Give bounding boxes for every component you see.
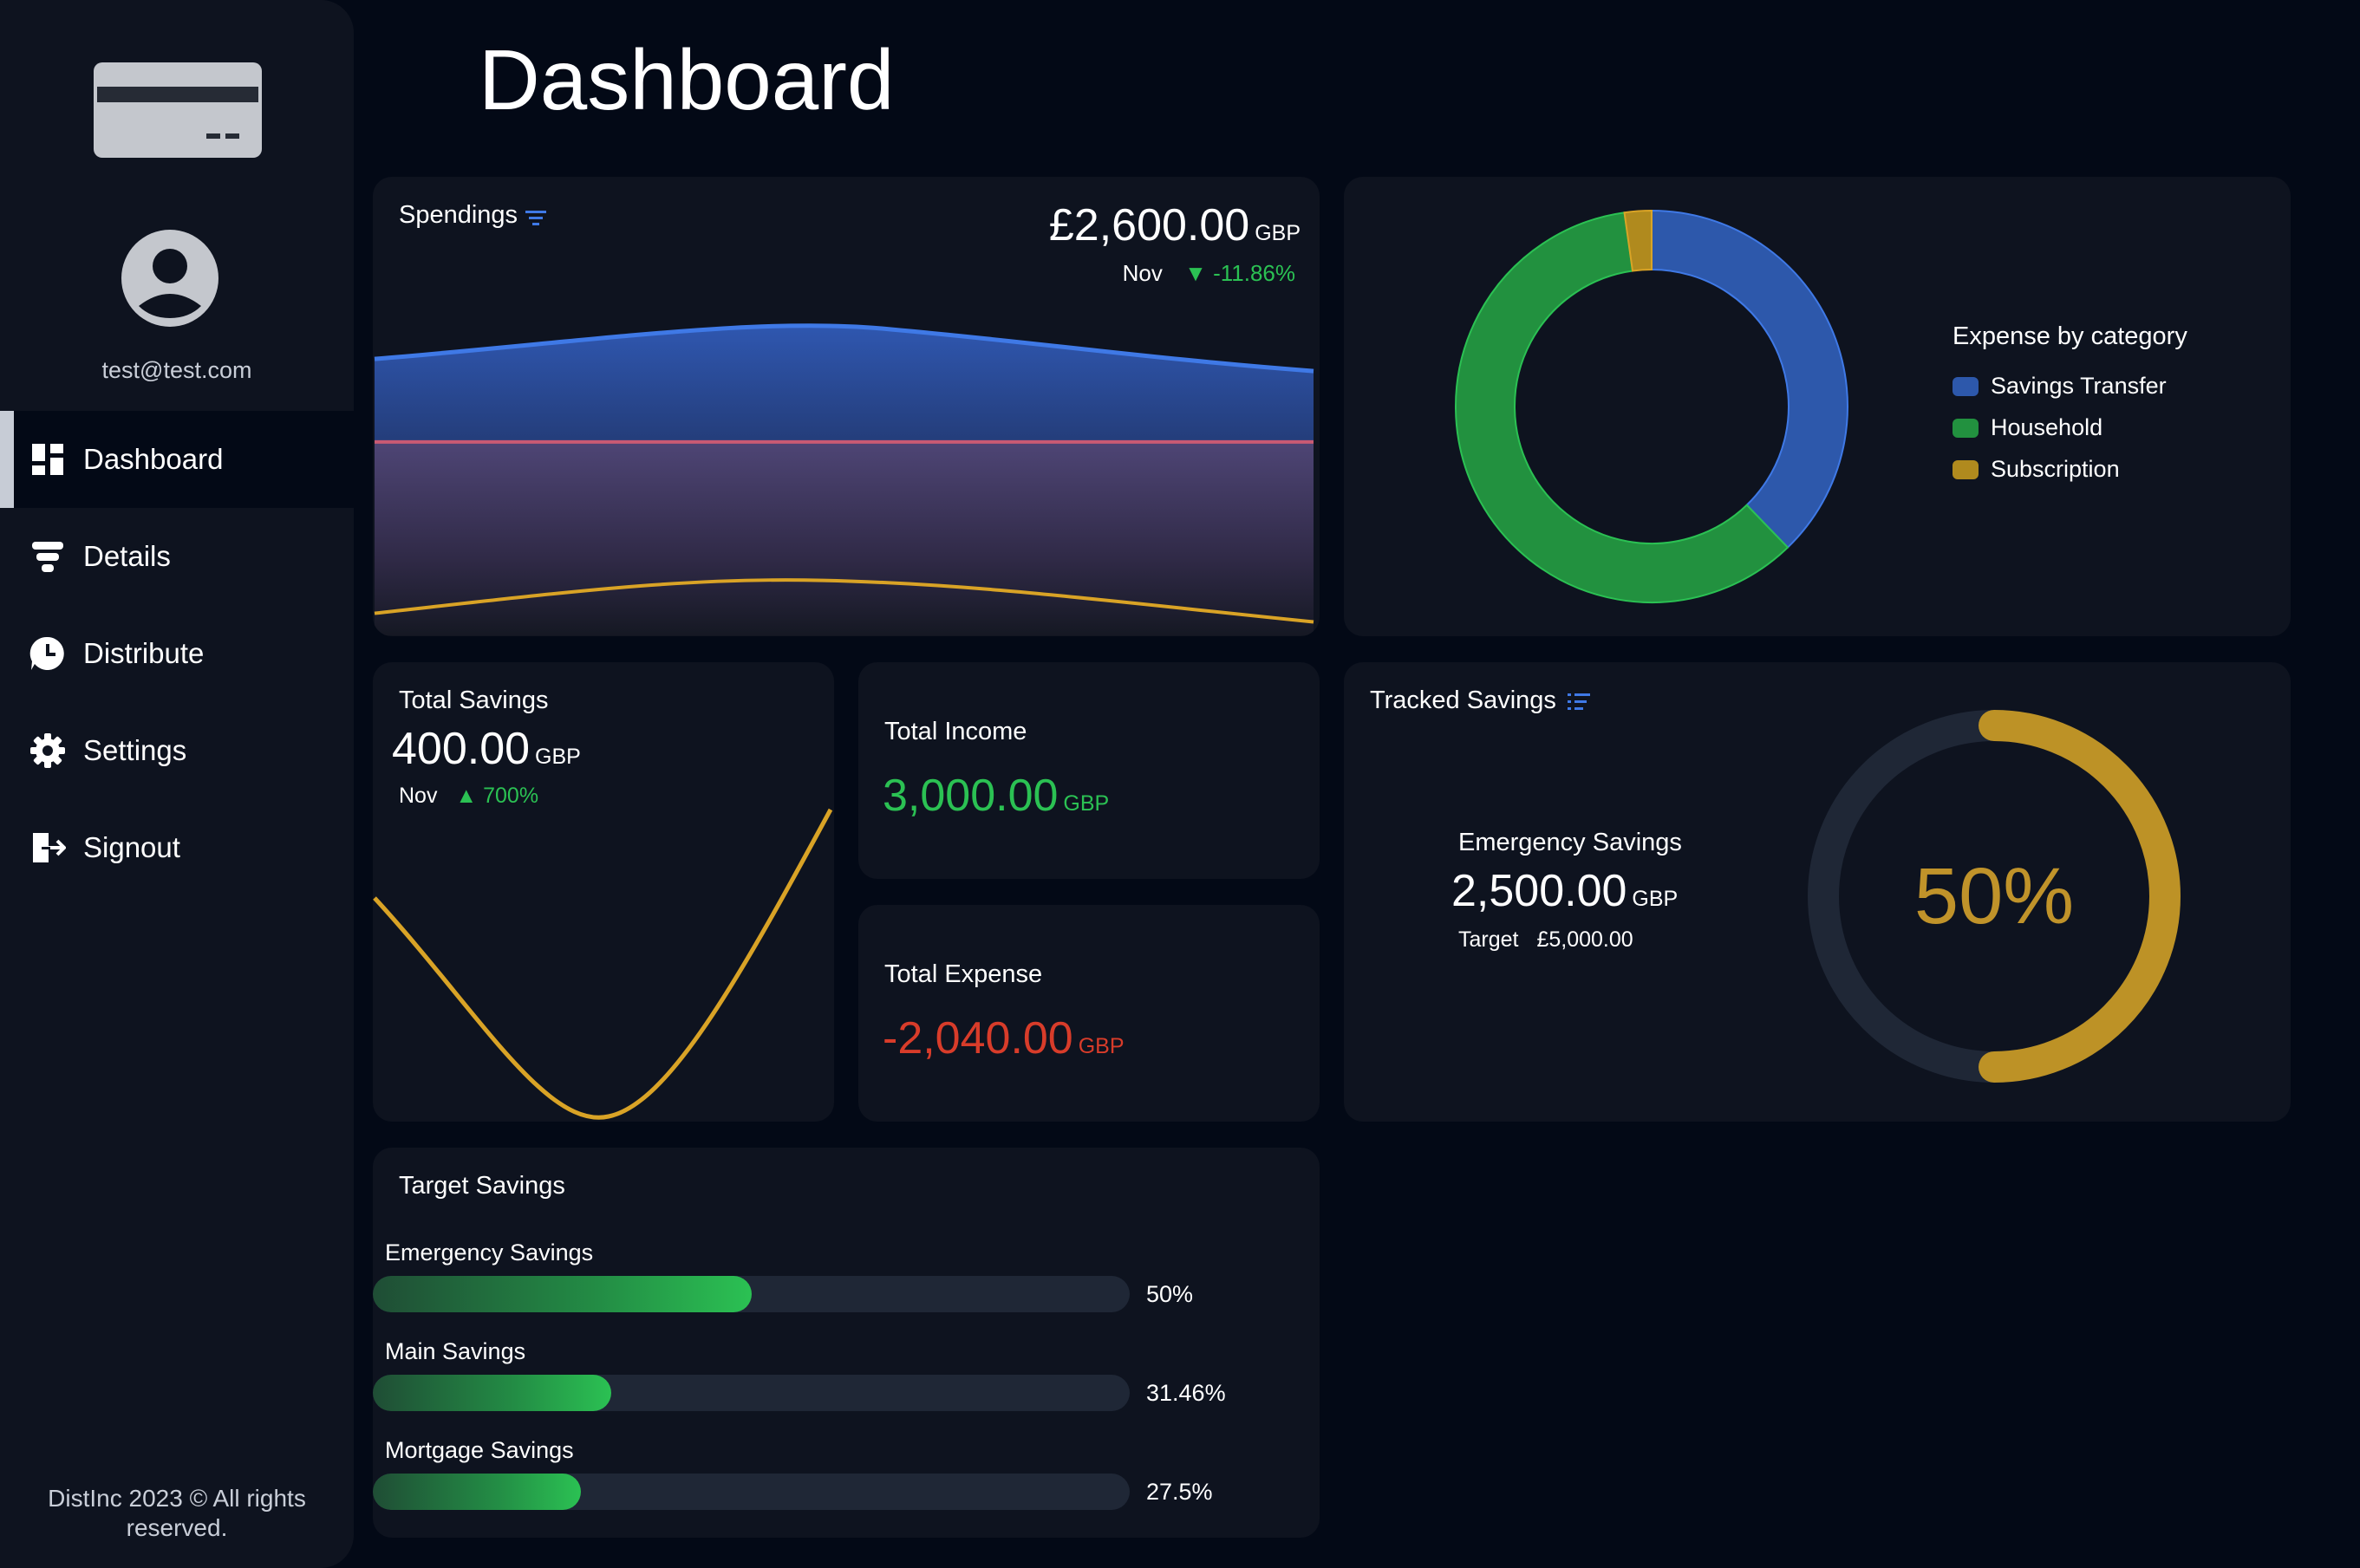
legend-label: Subscription <box>1991 456 2120 482</box>
spendings-currency: GBP <box>1255 221 1301 245</box>
progress-bar-main <box>373 1375 1130 1411</box>
tracked-savings-target-value: £5,000.00 <box>1536 927 1633 952</box>
spendings-summary: £2,600.00 GBP <box>1049 199 1301 251</box>
total-expense-amount: -2,040.00 <box>883 1013 1073 1064</box>
target-pct-main: 31.46% <box>1146 1380 1226 1406</box>
expense-donut-chart <box>1455 209 1848 603</box>
target-savings-title: Target Savings <box>399 1172 565 1200</box>
sidebar-item-details[interactable]: Details <box>0 508 354 605</box>
sidebar-item-label: Signout <box>83 831 180 863</box>
avatar-icon[interactable] <box>121 230 218 327</box>
target-label-main: Main Savings <box>385 1338 526 1364</box>
spendings-title: Spendings <box>399 201 518 230</box>
legend-swatch <box>1953 459 1979 479</box>
total-expense-title: Total Expense <box>884 960 1043 988</box>
tracked-savings-target-label: Target <box>1458 927 1519 952</box>
user-email: test@test.com <box>101 357 252 383</box>
target-label-mortgage: Mortgage Savings <box>385 1437 574 1463</box>
progress-bar-emergency <box>373 1276 1130 1312</box>
total-income-amount: 3,000.00 <box>883 771 1059 821</box>
up-arrow-icon: ▲ <box>455 784 478 808</box>
legend-swatch <box>1953 376 1979 396</box>
progress-fill <box>373 1474 581 1510</box>
legend-item-household[interactable]: Household <box>1953 414 2102 441</box>
total-income-panel: Total Income 3,000.00 GBP <box>858 662 1320 879</box>
target-label-emergency: Emergency Savings <box>385 1239 594 1265</box>
total-savings-month: Nov <box>399 784 438 808</box>
details-icon <box>32 542 63 572</box>
credit-card-icon <box>94 62 262 158</box>
total-expense-value: -2,040.00 GBP <box>883 1012 1125 1064</box>
spendings-change-row: Nov ▼ -11.86% <box>1123 260 1295 287</box>
target-pct-emergency: 50% <box>1146 1281 1194 1307</box>
legend-item-subscription[interactable]: Subscription <box>1953 456 2120 483</box>
total-income-currency: GBP <box>1063 791 1110 816</box>
tracked-savings-panel: Tracked Savings Emergency Savings 2,500.… <box>1344 662 2291 1122</box>
tracked-savings-currency: GBP <box>1632 887 1679 911</box>
tracked-savings-title: Tracked Savings <box>1370 686 1556 714</box>
total-savings-change-row: Nov ▲ 700% <box>399 784 538 809</box>
spendings-panel: Spendings £2,600.00 GBP Nov ▼ -11.86% <box>373 177 1320 636</box>
total-expense-panel: Total Expense -2,040.00 GBP <box>858 905 1320 1122</box>
legend-item-savings-transfer[interactable]: Savings Transfer <box>1953 373 2167 400</box>
list-filter-icon[interactable] <box>1568 692 1590 712</box>
tracked-savings-value: 2,500.00 GBP <box>1451 865 1678 917</box>
tracked-savings-amount: 2,500.00 <box>1451 866 1627 916</box>
total-savings-panel: Total Savings 400.00 GBP Nov ▲ 700% <box>373 662 834 1122</box>
total-savings-title: Total Savings <box>399 686 549 714</box>
distribute-icon <box>29 636 64 670</box>
sidebar-item-settings[interactable]: Settings <box>0 702 354 799</box>
sidebar-item-distribute[interactable]: Distribute <box>0 605 354 702</box>
legend-label: Household <box>1991 414 2103 440</box>
sidebar-item-label: Distribute <box>83 637 205 669</box>
total-income-title: Total Income <box>884 718 1027 745</box>
spendings-month: Nov <box>1122 260 1163 286</box>
sidebar-item-label: Settings <box>83 734 187 766</box>
progress-fill <box>373 1276 752 1312</box>
total-expense-currency: GBP <box>1078 1034 1125 1058</box>
sidebar-footer: DistInc 2023 © All rights reserved. <box>48 1485 306 1541</box>
spendings-change: -11.86% <box>1213 260 1295 286</box>
spendings-title-text: Spendings <box>399 201 518 229</box>
total-savings-change: 700% <box>483 784 539 808</box>
total-savings-value: 400.00 GBP <box>392 723 581 775</box>
tracked-savings-target-row: Target £5,000.00 <box>1458 927 1633 953</box>
target-savings-panel: Target Savings Emergency Savings 50% Mai… <box>373 1148 1320 1538</box>
expense-category-title: Expense by category <box>1953 322 2187 350</box>
profile-section: test@test.com <box>0 0 354 411</box>
total-income-value: 3,000.00 GBP <box>883 770 1109 822</box>
sidebar-item-signout[interactable]: Signout <box>0 799 354 896</box>
progress-fill <box>373 1375 611 1411</box>
sidebar-item-label: Details <box>83 540 171 572</box>
target-pct-mortgage: 27.5% <box>1146 1479 1213 1505</box>
total-savings-currency: GBP <box>535 745 581 769</box>
gear-icon <box>30 733 65 768</box>
sidebar-item-dashboard[interactable]: Dashboard <box>0 411 354 508</box>
expense-by-category-panel: Expense by category Savings Transfer Hou… <box>1344 177 2291 636</box>
tracked-savings-name: Emergency Savings <box>1458 829 1682 856</box>
down-arrow-icon: ▼ <box>1184 260 1207 286</box>
legend-swatch <box>1953 418 1979 438</box>
app-root: test@test.com Dashboard Details Distribu… <box>0 0 2360 1568</box>
signout-icon <box>33 833 66 862</box>
dashboard-icon <box>32 444 63 475</box>
total-savings-amount: 400.00 <box>392 724 531 774</box>
spendings-amount: £2,600.00 <box>1048 200 1250 250</box>
sidebar: test@test.com Dashboard Details Distribu… <box>0 0 354 1568</box>
filter-icon[interactable] <box>525 210 546 225</box>
progress-bar-mortgage <box>373 1474 1130 1510</box>
legend-label: Savings Transfer <box>1991 373 2167 399</box>
sidebar-item-label: Dashboard <box>83 443 224 475</box>
page-title: Dashboard <box>479 32 895 127</box>
donut-slice-savings-transfer <box>1651 209 1848 549</box>
gauge-percent: 50% <box>1913 851 2075 940</box>
